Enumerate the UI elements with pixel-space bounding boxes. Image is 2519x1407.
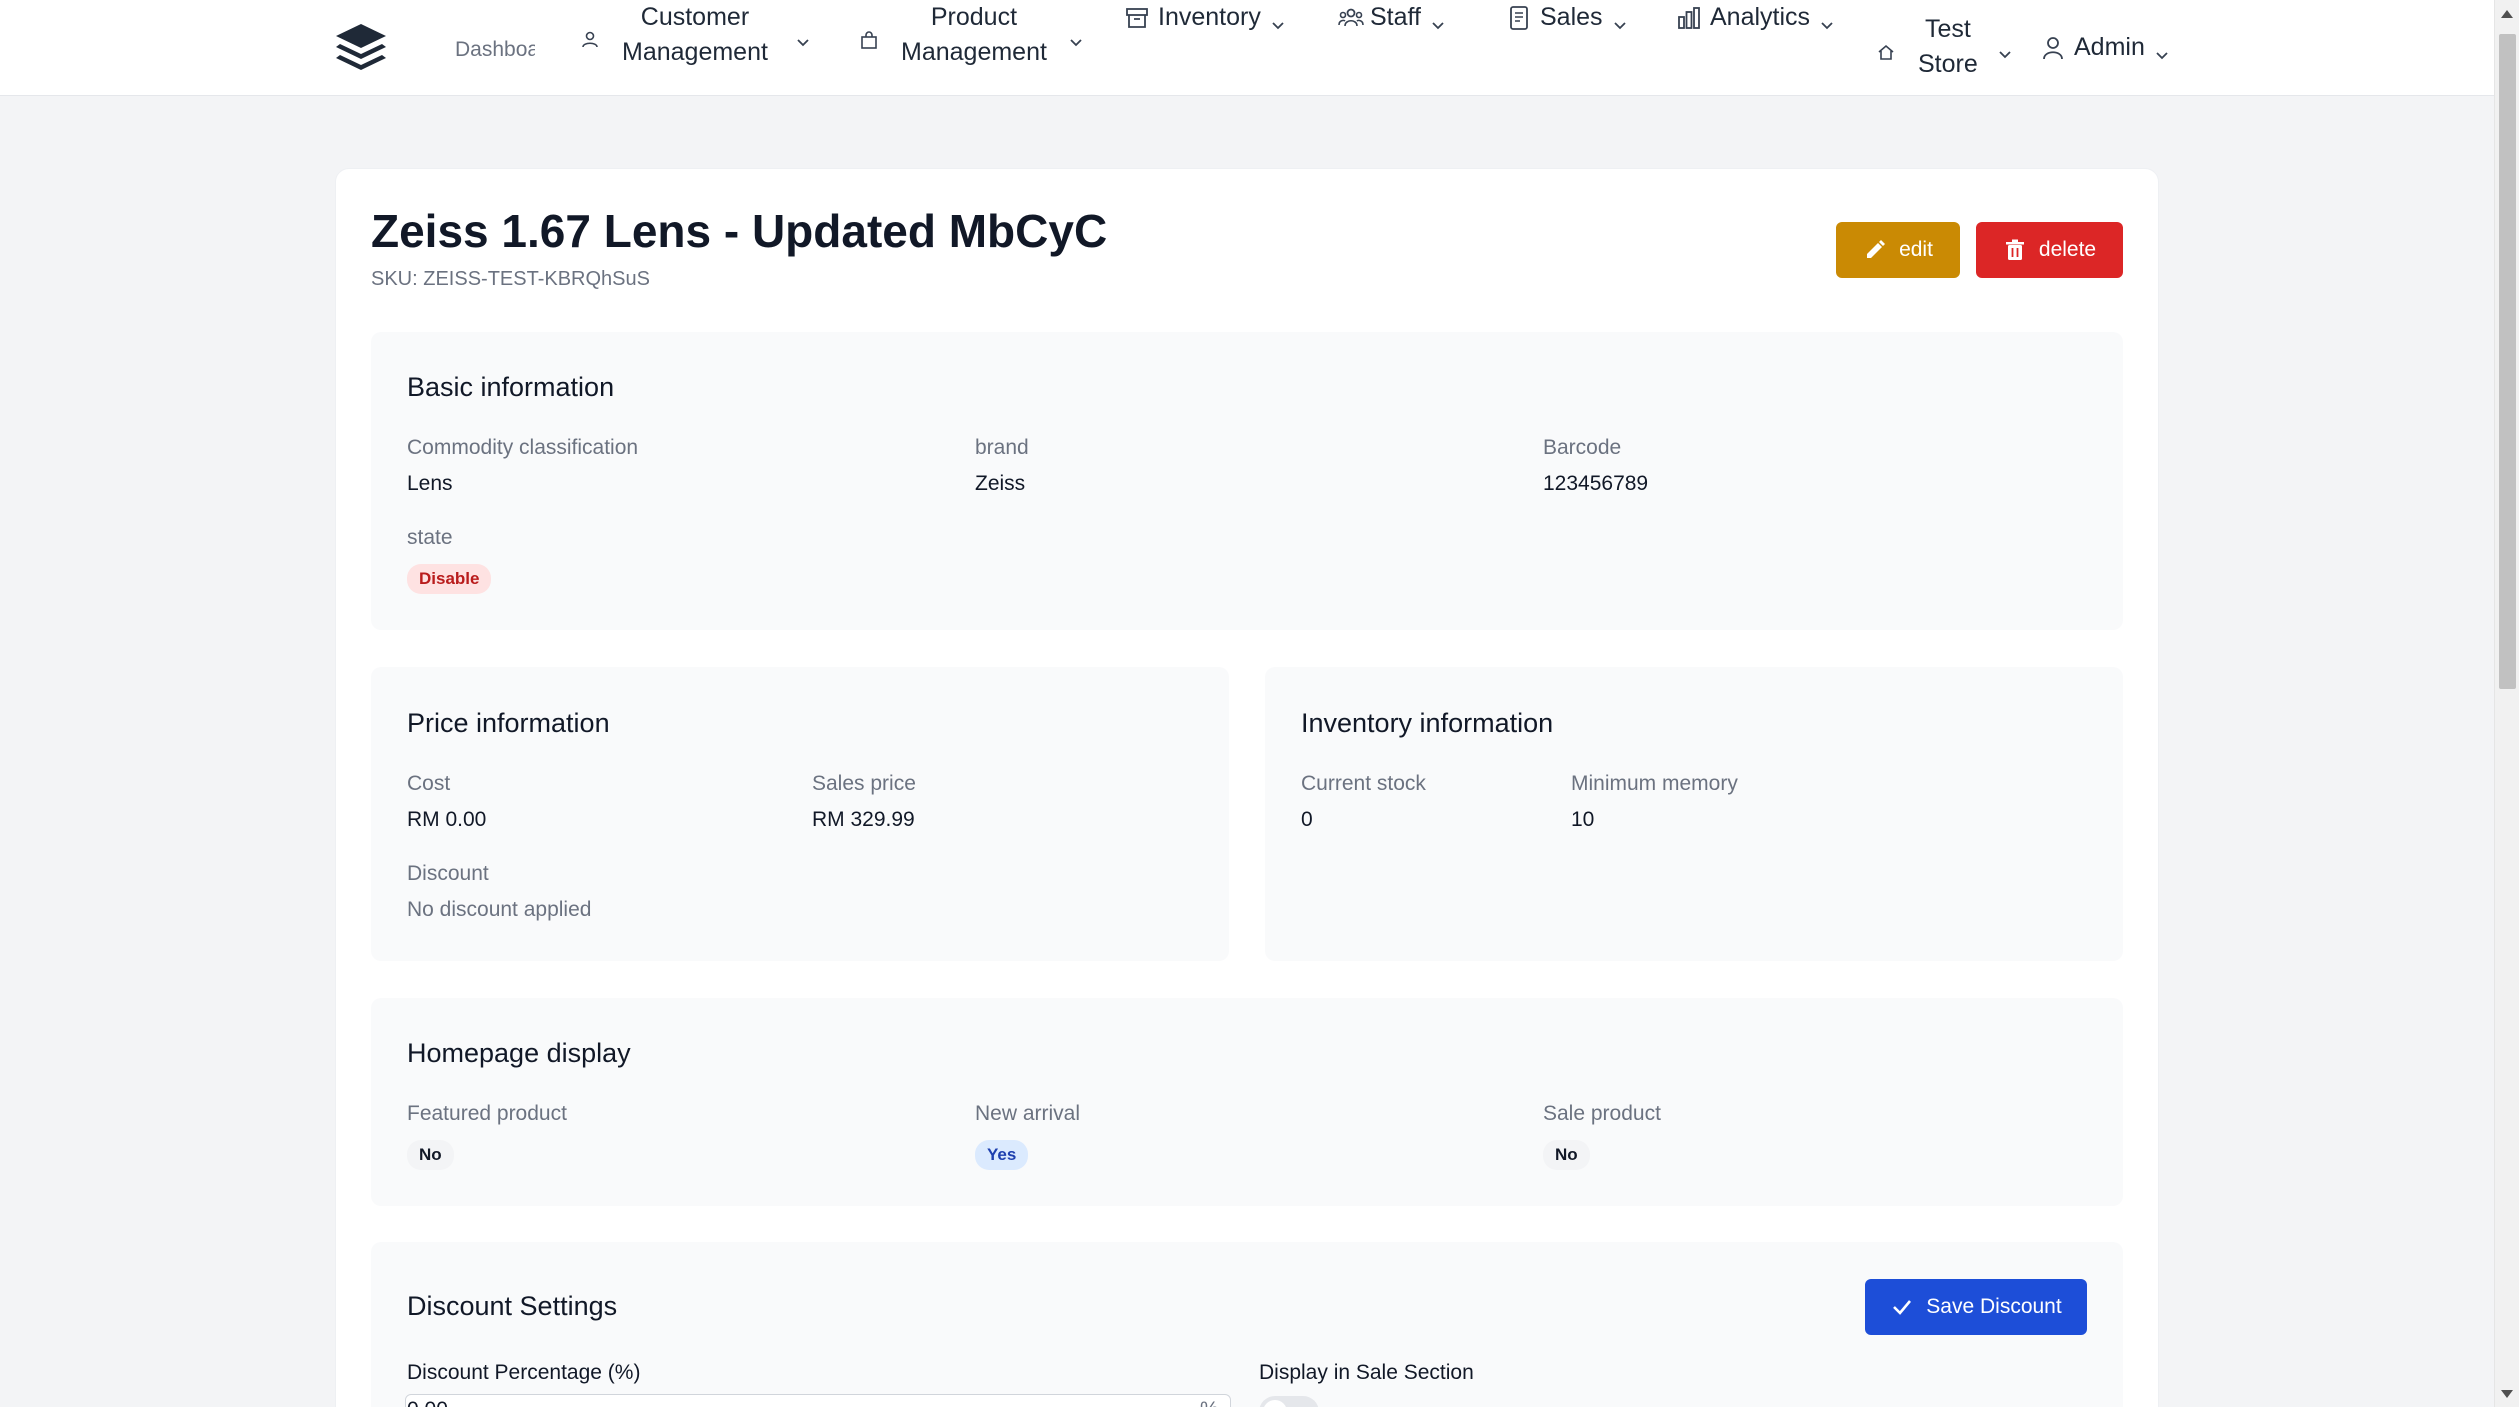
scrollbar-thumb[interactable] — [2499, 34, 2516, 689]
display-in-sale-label: Display in Sale Section — [1259, 1361, 1474, 1384]
check-icon — [1890, 1295, 1914, 1319]
classification-label: Commodity classification — [407, 436, 639, 459]
state-label: state — [407, 526, 453, 549]
pencil-icon — [1863, 238, 1887, 262]
cost-value: RM 0.00 — [407, 808, 487, 831]
archive-icon — [1124, 5, 1150, 31]
minimum-memory-label: Minimum memory — [1571, 772, 1738, 795]
nav-staff[interactable]: Staff — [1338, 0, 1447, 35]
logo-icon[interactable] — [334, 22, 388, 74]
classification-value: Lens — [407, 472, 453, 495]
scroll-down-arrow-icon[interactable] — [2501, 1390, 2513, 1398]
barcode-label: Barcode — [1543, 436, 1622, 459]
home-icon — [1876, 37, 1896, 60]
nav-product-management[interactable]: Product Management — [859, 0, 1085, 70]
top-navbar: Dashboard Customer Management Product Ma… — [0, 0, 2494, 96]
save-discount-label: Save Discount — [1926, 1295, 2062, 1318]
nav-user-label: Admin — [2074, 33, 2145, 61]
chevron-down-icon — [1818, 9, 1836, 29]
product-sku: SKU: ZEISS-TEST-KBRQhSuS — [371, 268, 650, 290]
nav-customer-line2: Management — [622, 38, 768, 66]
delete-button-label: delete — [2038, 238, 2097, 261]
homepage-display-heading: Homepage display — [407, 1038, 631, 1068]
nav-analytics-label: Analytics — [1710, 3, 1811, 31]
user-icon — [2040, 35, 2066, 61]
page-title: Zeiss 1.67 Lens - Updated MbCyC — [371, 205, 1108, 257]
nav-dashboard[interactable]: Dashboard — [455, 32, 535, 67]
bag-icon — [859, 25, 879, 49]
sale-product-badge: No — [1543, 1140, 1590, 1170]
nav-sales-label: Sales — [1540, 3, 1603, 31]
percent-symbol: % — [1200, 1398, 1219, 1407]
chevron-down-icon — [1429, 9, 1447, 29]
bar-chart-icon — [1676, 5, 1702, 31]
delete-button[interactable]: delete — [1976, 222, 2123, 278]
sales-price-label: Sales price — [812, 772, 916, 795]
cost-label: Cost — [407, 772, 451, 795]
chevron-down-icon — [1269, 9, 1287, 29]
nav-store-switcher[interactable]: Test Store — [1876, 12, 2014, 82]
group-icon — [1338, 5, 1364, 31]
users-icon — [580, 25, 600, 48]
discount-percentage-value: 0.00 — [407, 1398, 448, 1407]
chevron-down-icon — [794, 26, 812, 47]
discount-percentage-label: Discount Percentage (%) — [407, 1361, 641, 1384]
nav-analytics[interactable]: Analytics — [1676, 0, 1836, 35]
discount-percentage-input[interactable] — [405, 1394, 1231, 1407]
sale-product-label: Sale product — [1543, 1102, 1661, 1125]
featured-product-badge: No — [407, 1140, 454, 1170]
nav-dashboard-label: Dashboard — [455, 38, 535, 61]
price-info-heading: Price information — [407, 708, 610, 738]
nav-user-menu[interactable]: Admin — [2040, 30, 2171, 65]
new-arrival-badge: Yes — [975, 1140, 1029, 1170]
basic-info-panel — [371, 332, 2123, 630]
receipt-icon — [1506, 5, 1532, 31]
save-discount-button[interactable]: Save Discount — [1865, 1279, 2087, 1335]
trash-icon — [2003, 238, 2027, 262]
chevron-down-icon — [1996, 38, 2014, 59]
basic-info-heading: Basic information — [407, 372, 615, 402]
nav-staff-label: Staff — [1370, 3, 1421, 31]
brand-value: Zeiss — [975, 472, 1026, 495]
homepage-display-panel — [371, 998, 2123, 1206]
new-arrival-label: New arrival — [975, 1102, 1081, 1125]
page-scrollbar[interactable] — [2494, 0, 2519, 1407]
nav-store-line2: Store — [1918, 50, 1978, 78]
edit-button[interactable]: edit — [1836, 222, 1960, 278]
state-badge: Disable — [407, 564, 492, 594]
nav-customer-line1: Customer — [640, 3, 750, 31]
inventory-info-heading: Inventory information — [1301, 708, 1554, 738]
chevron-down-icon — [2153, 39, 2171, 59]
scroll-up-arrow-icon[interactable] — [2501, 10, 2513, 18]
featured-product-label: Featured product — [407, 1102, 567, 1125]
nav-sales[interactable]: Sales — [1506, 0, 1629, 35]
chevron-down-icon — [1611, 9, 1629, 29]
edit-button-label: edit — [1899, 238, 1933, 261]
nav-inventory-label: Inventory — [1158, 3, 1261, 31]
nav-store-line1: Test — [1924, 15, 1971, 43]
current-stock-label: Current stock — [1301, 772, 1426, 795]
discount-settings-heading: Discount Settings — [407, 1291, 618, 1321]
nav-product-line1: Product — [930, 3, 1018, 31]
discount-label: Discount — [407, 862, 489, 885]
sales-price-value: RM 329.99 — [812, 808, 915, 831]
brand-label: brand — [975, 436, 1029, 459]
nav-customer-management[interactable]: Customer Management — [580, 0, 812, 70]
current-stock-value: 0 — [1301, 808, 1313, 831]
nav-product-line2: Management — [901, 38, 1047, 66]
barcode-value: 123456789 — [1543, 472, 1649, 495]
minimum-memory-value: 10 — [1571, 808, 1595, 831]
discount-value: No discount applied — [407, 898, 592, 921]
nav-inventory[interactable]: Inventory — [1124, 0, 1287, 35]
chevron-down-icon — [1067, 26, 1085, 47]
